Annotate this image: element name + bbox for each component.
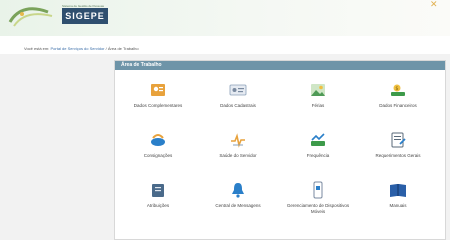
logo-swoosh-icon — [8, 7, 53, 27]
tile-label: Requerimentos Gerais — [375, 153, 421, 158]
breadcrumb-current: Área de Trabalho — [107, 46, 139, 51]
requests-icon — [391, 132, 406, 148]
tile-label: Dados Financeiros — [379, 103, 417, 108]
frequency-icon — [311, 133, 325, 146]
book-icon — [390, 184, 406, 197]
health-icon — [231, 133, 245, 148]
breadcrumb-separator: / — [105, 46, 107, 51]
tile-central-de-mensagens[interactable]: Central de Mensagens — [203, 181, 273, 221]
panel-title: Área de Trabalho — [115, 61, 445, 70]
id-card-icon — [229, 84, 247, 96]
consignment-icon — [151, 134, 165, 146]
tile-label: Consignações — [143, 153, 173, 158]
tile-saude-do-servidor[interactable]: Saúde do Servidor — [203, 131, 273, 171]
mobile-device-icon — [313, 181, 323, 199]
tile-atribuicoes[interactable]: Atribuições — [123, 181, 193, 221]
tile-consignacoes[interactable]: Consignações — [123, 131, 193, 171]
breadcrumb: Você está em: Portal de Serviços do Serv… — [24, 46, 139, 51]
profile-card-icon — [151, 84, 165, 96]
tile-label: Manuais — [389, 203, 407, 208]
tile-label: Frequência — [306, 153, 330, 158]
top-bar: Sistema de Gestão de Pessoas SIGEPE ✕ — [0, 0, 450, 36]
tile-dados-financeiros[interactable]: $ Dados Financeiros — [363, 81, 433, 121]
tile-label: Saúde do Servidor — [219, 153, 257, 158]
tile-label: Férias — [311, 103, 325, 108]
tile-frequencia[interactable]: Frequência — [283, 131, 353, 171]
close-icon[interactable]: ✕ — [430, 0, 444, 9]
tile-ferias[interactable]: Férias — [283, 81, 353, 121]
tile-gerenciamento-dispositivos[interactable]: Gerenciamento de Dispositivos Móveis — [283, 181, 353, 221]
tile-label: Gerenciamento de Dispositivos Móveis — [286, 203, 350, 214]
bell-icon — [232, 183, 244, 198]
tile-label: Dados Cadastrais — [220, 103, 256, 108]
breadcrumb-link-portal[interactable]: Portal de Serviços do Servidor — [50, 46, 104, 51]
tile-label: Central de Mensagens — [215, 203, 261, 208]
briefcase-icon — [152, 184, 164, 197]
tile-dados-cadastrais[interactable]: Dados Cadastrais — [203, 81, 273, 121]
tile-requerimentos-gerais[interactable]: Requerimentos Gerais — [363, 131, 433, 171]
breadcrumb-prefix: Você está em: — [24, 46, 50, 51]
workspace-panel: Área de Trabalho Dados Complementares Da… — [114, 60, 446, 240]
money-icon: $ — [391, 84, 405, 96]
tile-label: Atribuições — [146, 203, 170, 208]
svg-text:$: $ — [395, 86, 398, 92]
app-logo[interactable]: SIGEPE — [62, 8, 108, 24]
vacation-icon — [311, 84, 325, 96]
tile-manuais[interactable]: Manuais — [363, 181, 433, 221]
tile-dados-complementares[interactable]: Dados Complementares — [123, 81, 193, 121]
tile-label: Dados Complementares — [133, 103, 183, 108]
